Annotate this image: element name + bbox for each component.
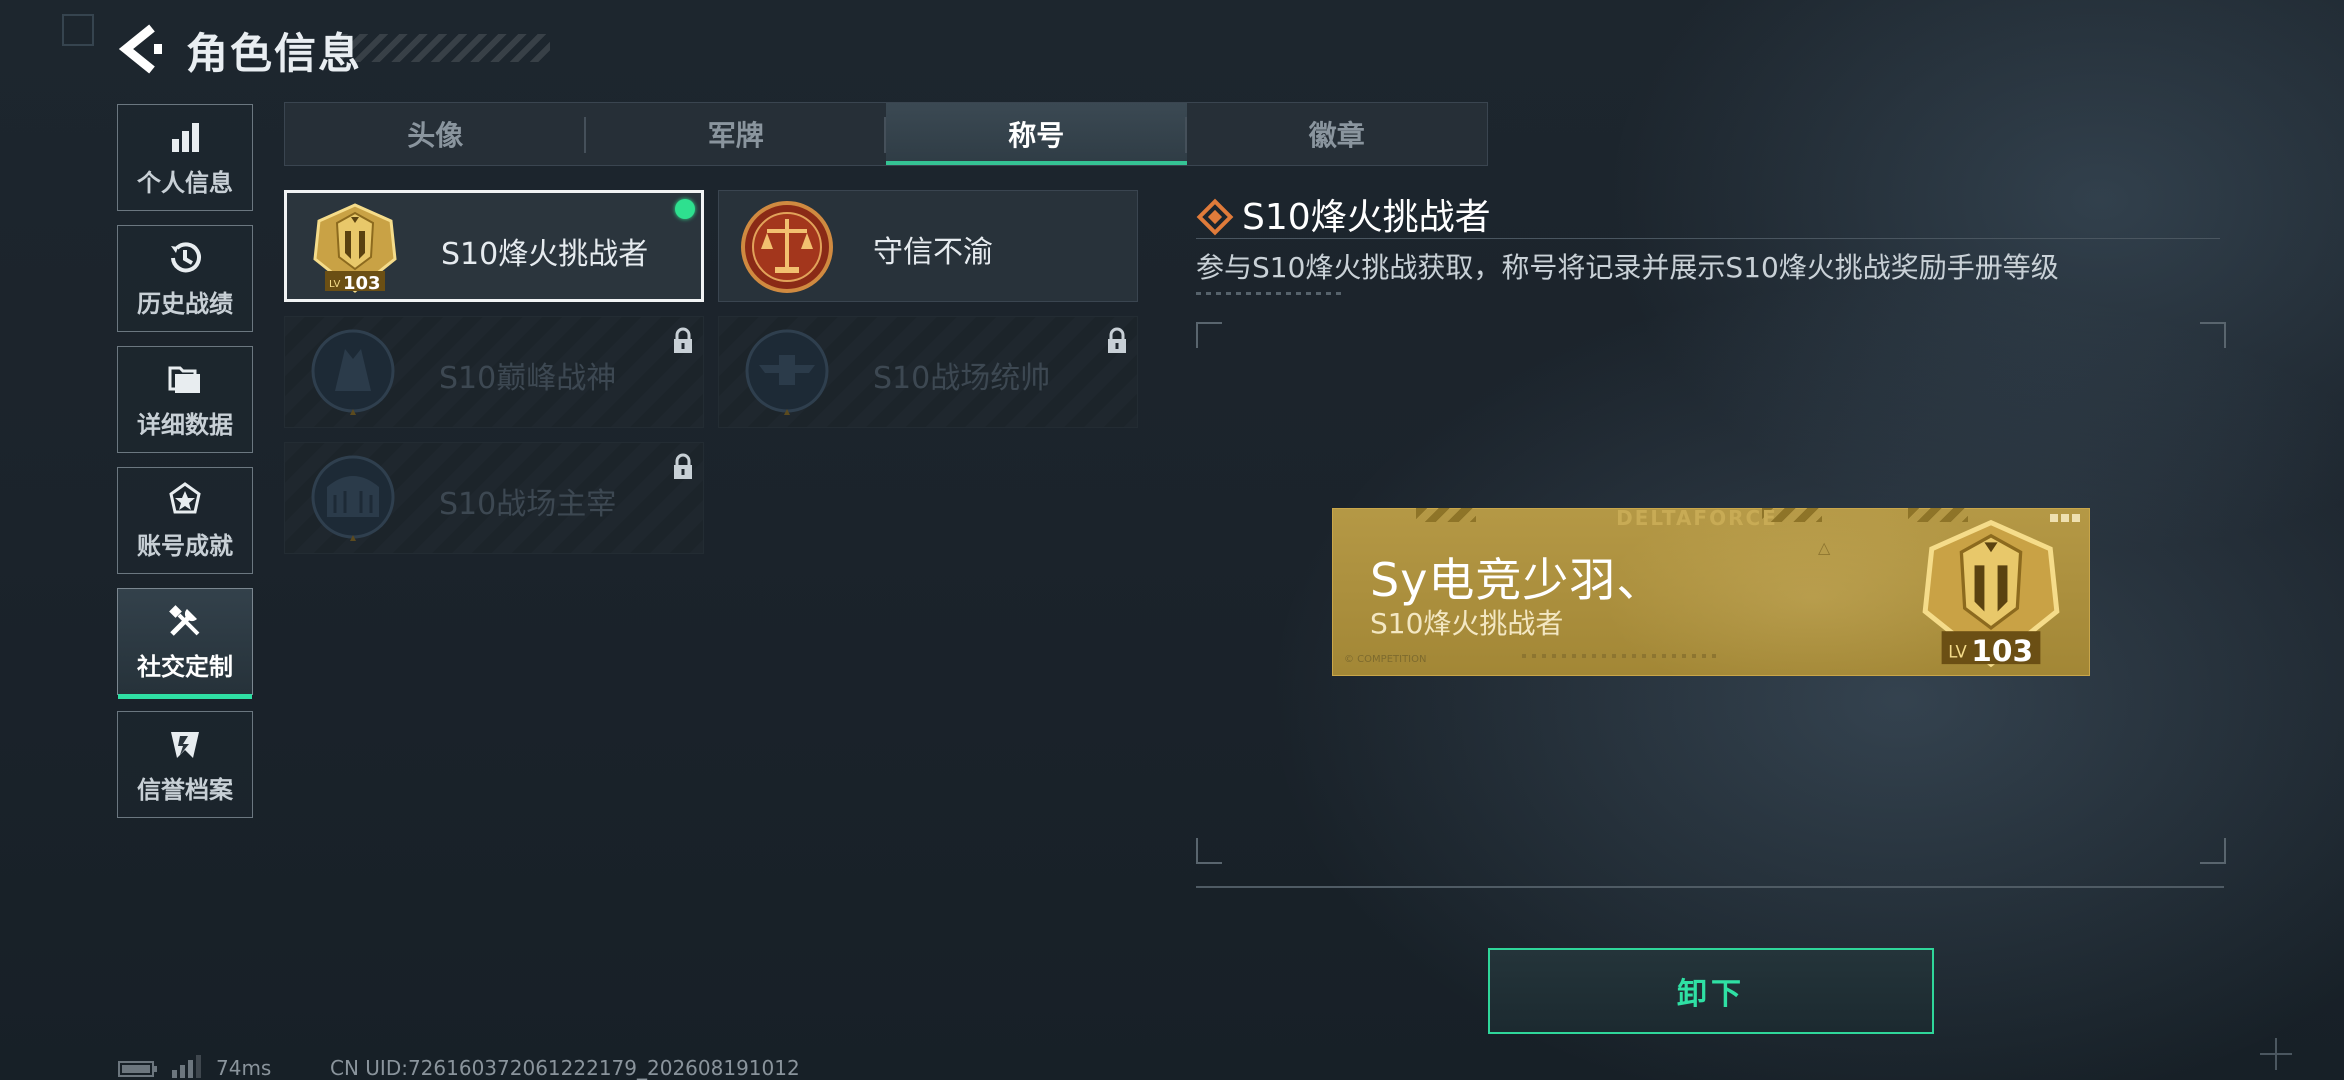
sidebar-item-label: 账号成就: [137, 532, 233, 560]
plate-title: S10烽火挑战者: [1370, 607, 1564, 640]
tab-military-tag[interactable]: 军牌: [586, 103, 887, 165]
dotted-divider: [1196, 292, 1346, 295]
title-card-label: S10战场统帅: [873, 361, 1051, 396]
lock-icon: [674, 453, 692, 479]
sidebar-item-label: 历史战绩: [137, 290, 233, 318]
player-name: Sy电竞少羽、: [1370, 553, 1664, 607]
lock-icon: [674, 327, 692, 353]
history-icon: [171, 242, 201, 273]
plate-dots: [1522, 654, 1722, 658]
sidebar-item-credit-record[interactable]: 信誉档案: [117, 711, 253, 818]
title-card-s10-challenger[interactable]: LV 103 S10烽火挑战者: [284, 190, 704, 302]
emblem-lv-prefix: LV: [1948, 643, 1967, 662]
detail-title: S10烽火挑战者: [1242, 197, 1491, 238]
sidebar-item-label: 社交定制: [137, 653, 233, 681]
credit-shield-icon: [171, 732, 199, 758]
gold-emblem-icon: LV 103: [1922, 519, 2060, 668]
title-card-label: S10战场主宰: [439, 487, 617, 522]
title-card-s10-commander[interactable]: S10战场统帅: [718, 316, 1138, 428]
plate-small-text: © COMPETITION: [1344, 654, 1427, 665]
active-indicator: [118, 694, 252, 699]
tab-badge[interactable]: 徽章: [1187, 103, 1488, 165]
scales-emblem-icon: [741, 201, 833, 293]
title-card-label: S10巅峰战神: [439, 361, 617, 396]
tools-icon: [169, 605, 200, 636]
sidebar-item-detailed-data[interactable]: 详细数据: [117, 346, 253, 453]
nameplate-preview: DELTAFORCE △ Sy电竞少羽、 S10烽火挑战者 © COMPETIT…: [1332, 508, 2090, 676]
unequip-button[interactable]: 卸下: [1488, 948, 1934, 1034]
title-decoration: [340, 34, 550, 62]
folder-icon: [168, 366, 200, 393]
preview-frame-corner: [2200, 322, 2226, 348]
locked-emblem-icon: [311, 329, 395, 415]
equipped-indicator: [675, 199, 695, 219]
title-card-s10-peak-god[interactable]: S10巅峰战神: [284, 316, 704, 428]
title-card-s10-dominator[interactable]: S10战场主宰: [284, 442, 704, 554]
lock-icon: [1108, 327, 1126, 353]
preview-frame-corner: [2200, 838, 2226, 864]
page-title: 角色信息: [186, 29, 363, 78]
sidebar-item-match-history[interactable]: 历史战绩: [117, 225, 253, 332]
diamond-title-icon: [1196, 198, 1234, 236]
tab-bar: 头像 军牌 称号 徽章: [284, 102, 1488, 166]
ping-readout: 74ms: [216, 1056, 272, 1080]
plate-stripe: [1416, 508, 1476, 522]
triangle-icon: △: [1818, 538, 1831, 557]
detail-description: 参与S10烽火挑战获取，称号将记录并展示S10烽火挑战奖励手册等级: [1196, 251, 2059, 284]
plate-brand: DELTAFORCE: [1616, 508, 1778, 530]
back-arrow-icon[interactable]: [118, 24, 164, 74]
gold-emblem-icon: LV 103: [313, 203, 397, 294]
title-card-label: S10烽火挑战者: [441, 237, 649, 272]
emblem-lv-prefix: LV: [329, 279, 340, 290]
locked-emblem-icon: [745, 329, 829, 415]
sidebar-item-achievements[interactable]: 账号成就: [117, 467, 253, 574]
sidebar-item-label: 详细数据: [137, 411, 233, 439]
preview-frame-bottom: [1196, 886, 2224, 888]
user-uid: CN UID:726160372061222179_202608191012: [330, 1056, 800, 1080]
sidebar-item-label: 个人信息: [137, 169, 233, 197]
locked-emblem-icon: [311, 455, 395, 541]
tab-avatar[interactable]: 头像: [285, 103, 586, 165]
bar-chart-icon: [172, 123, 199, 152]
preview-frame-corner: [1196, 322, 1222, 348]
title-card-label: 守信不渝: [873, 235, 993, 270]
tab-title[interactable]: 称号: [886, 103, 1187, 165]
divider: [1196, 238, 2220, 239]
sidebar-item-label: 信誉档案: [137, 776, 233, 804]
signal-icon: [172, 1055, 201, 1078]
crosshair-icon: [2260, 1038, 2292, 1070]
preview-frame-corner: [1196, 838, 1222, 864]
achievement-icon: [169, 482, 201, 514]
emblem-level: 103: [343, 273, 381, 294]
sidebar-item-social-customization[interactable]: 社交定制: [117, 588, 253, 699]
emblem-level: 103: [1971, 634, 2033, 668]
corner-frame: [62, 14, 94, 46]
battery-icon: [118, 1061, 157, 1077]
sidebar-item-personal-info[interactable]: 个人信息: [117, 104, 253, 211]
title-card-keep-faith[interactable]: 守信不渝: [718, 190, 1138, 302]
